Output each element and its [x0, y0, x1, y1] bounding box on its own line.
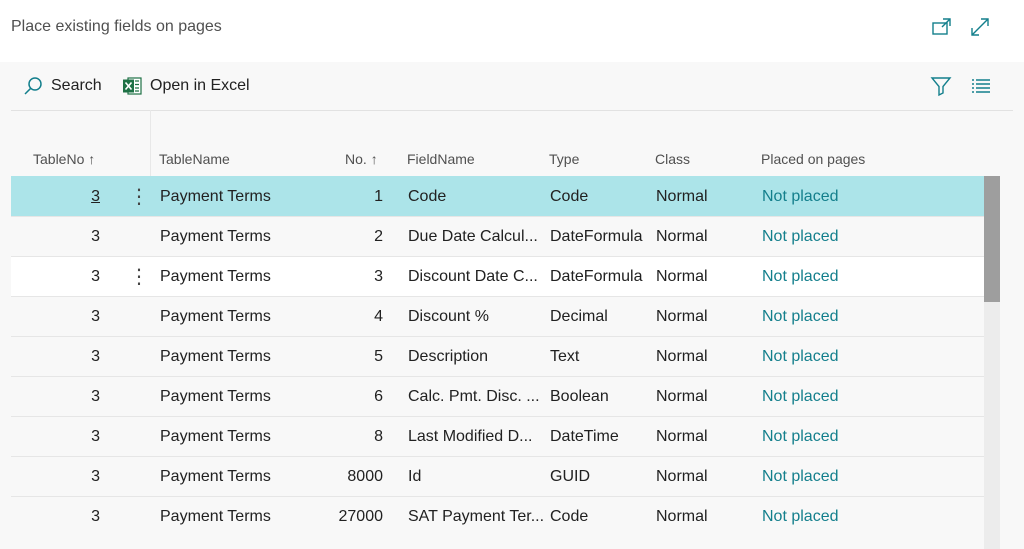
cell-type: Decimal: [550, 308, 608, 325]
list-view-icon[interactable]: [969, 74, 993, 98]
cell-tableno[interactable]: 3: [33, 177, 100, 217]
table-row[interactable]: 3 Payment Terms 5 Description Text Normal Not …: [11, 336, 984, 376]
filter-icon[interactable]: [929, 74, 953, 98]
cell-type: DateFormula: [550, 228, 643, 245]
cell-placed-on-pages[interactable]: Not placed: [762, 217, 962, 257]
fields-grid: TableNo ↑ TableName No. ↑ FieldName Type…: [11, 110, 984, 549]
table-row[interactable]: 3 Payment Terms 3 Discount Date C... DateFor…: [11, 256, 984, 296]
cell-fieldname: Calc. Pmt. Disc. ...: [408, 388, 540, 405]
cell-type: Code: [550, 188, 589, 205]
cell-fieldname: Discount Date C...: [408, 268, 538, 285]
cell-class: Normal: [656, 508, 708, 525]
cell-type: Boolean: [550, 388, 609, 405]
scrollbar-thumb[interactable]: [984, 176, 1000, 302]
column-header-tableno-label: TableNo: [33, 151, 85, 167]
cell-placed-on-pages[interactable]: Not placed: [762, 497, 962, 537]
cell-type: Code: [550, 508, 589, 525]
table-row[interactable]: 3 Payment Terms 8000 Id GUID Normal Not placed: [11, 456, 984, 496]
column-header-no-label: No.: [345, 151, 367, 167]
sort-ascending-icon: ↑: [88, 151, 96, 167]
open-in-excel-button[interactable]: Open in Excel: [122, 74, 250, 98]
table-row[interactable]: 3 Payment Terms 4 Discount % Decimal Normal No…: [11, 296, 984, 336]
column-header-tablename[interactable]: TableName: [159, 151, 230, 167]
cell-class: Normal: [656, 388, 708, 405]
sort-ascending-icon: ↑: [370, 151, 378, 167]
cell-class: Normal: [656, 348, 708, 365]
cell-class: Normal: [656, 428, 708, 445]
cell-tableno[interactable]: 3: [33, 417, 100, 457]
expand-icon[interactable]: [969, 16, 991, 38]
open-in-excel-label: Open in Excel: [150, 77, 250, 94]
cell-fieldname: Discount %: [408, 308, 489, 325]
cell-no: 8: [374, 428, 383, 445]
excel-icon: [123, 77, 142, 95]
cell-no: 3: [374, 268, 383, 285]
cell-tableno[interactable]: 3: [33, 257, 100, 297]
search-label: Search: [51, 77, 102, 94]
cell-no: 5: [374, 348, 383, 365]
column-header-fieldname[interactable]: FieldName: [407, 151, 475, 167]
table-row[interactable]: 3 Payment Terms 27000 SAT Payment Ter... Cod…: [11, 496, 984, 536]
row-actions-icon[interactable]: ⋮: [129, 257, 149, 297]
cell-class: Normal: [656, 228, 708, 245]
cell-placed-on-pages[interactable]: Not placed: [762, 337, 962, 377]
row-actions-icon[interactable]: ⋮: [129, 177, 149, 217]
cell-no: 27000: [338, 508, 384, 525]
cell-placed-on-pages[interactable]: Not placed: [762, 297, 962, 337]
cell-tableno[interactable]: 3: [33, 337, 100, 377]
grid-header: TableNo ↑ TableName No. ↑ FieldName Type…: [11, 146, 984, 176]
cell-fieldname: Last Modified D...: [408, 428, 533, 445]
table-row[interactable]: 3 Payment Terms 6 Calc. Pmt. Disc. ... Boole…: [11, 376, 984, 416]
cell-placed-on-pages[interactable]: Not placed: [762, 417, 962, 457]
table-row[interactable]: 3 Payment Terms 8 Last Modified D... DateTim…: [11, 416, 984, 456]
search-button[interactable]: Search: [23, 74, 102, 98]
cell-class: Normal: [656, 188, 708, 205]
column-header-class[interactable]: Class: [655, 151, 690, 167]
cell-placed-on-pages[interactable]: Not placed: [762, 257, 962, 297]
cell-no: 6: [374, 388, 383, 405]
cell-class: Normal: [656, 468, 708, 485]
cell-placed-on-pages[interactable]: Not placed: [762, 377, 962, 417]
column-header-no[interactable]: No. ↑: [345, 151, 378, 167]
cell-fieldname: Code: [408, 188, 447, 205]
action-bar: Search Open in Excel: [11, 62, 1013, 111]
cell-no: 1: [374, 188, 383, 205]
cell-fieldname: SAT Payment Ter...: [408, 508, 545, 525]
cell-placed-on-pages[interactable]: Not placed: [762, 457, 962, 497]
page-header: Place existing fields on pages: [0, 0, 1024, 62]
open-in-new-window-icon[interactable]: [931, 16, 953, 38]
cell-no: 8000: [347, 468, 383, 485]
cell-tableno[interactable]: 3: [33, 497, 100, 537]
cell-fieldname: Id: [408, 468, 422, 485]
cell-type: Text: [550, 348, 580, 365]
table-row[interactable]: 3 Payment Terms 1 Code Code Normal Not placed ⋮: [11, 176, 984, 216]
page-title: Place existing fields on pages: [11, 18, 222, 35]
column-header-tableno[interactable]: TableNo ↑: [33, 151, 95, 167]
table-row[interactable]: 3 Payment Terms 2 Due Date Calcul... DateFor…: [11, 216, 984, 256]
search-icon: [24, 77, 42, 95]
cell-tableno[interactable]: 3: [33, 217, 100, 257]
cell-tableno[interactable]: 3: [33, 377, 100, 417]
column-header-placed-on-pages[interactable]: Placed on pages: [761, 151, 865, 167]
cell-tableno[interactable]: 3: [33, 457, 100, 497]
cell-type: GUID: [550, 468, 590, 485]
cell-tableno[interactable]: 3: [33, 297, 100, 337]
cell-no: 2: [374, 228, 383, 245]
grid-body: 3 Payment Terms 1 Code Code Normal Not placed ⋮…: [11, 176, 984, 536]
cell-type: DateTime: [550, 428, 619, 445]
vertical-scrollbar[interactable]: [984, 176, 1000, 549]
cell-class: Normal: [656, 268, 708, 285]
cell-type: DateFormula: [550, 268, 643, 285]
cell-no: 4: [374, 308, 383, 325]
cell-fieldname: Description: [408, 348, 489, 365]
cell-placed-on-pages[interactable]: Not placed: [762, 177, 962, 217]
cell-class: Normal: [656, 308, 708, 325]
cell-fieldname: Due Date Calcul...: [408, 228, 538, 245]
column-header-type[interactable]: Type: [549, 151, 579, 167]
